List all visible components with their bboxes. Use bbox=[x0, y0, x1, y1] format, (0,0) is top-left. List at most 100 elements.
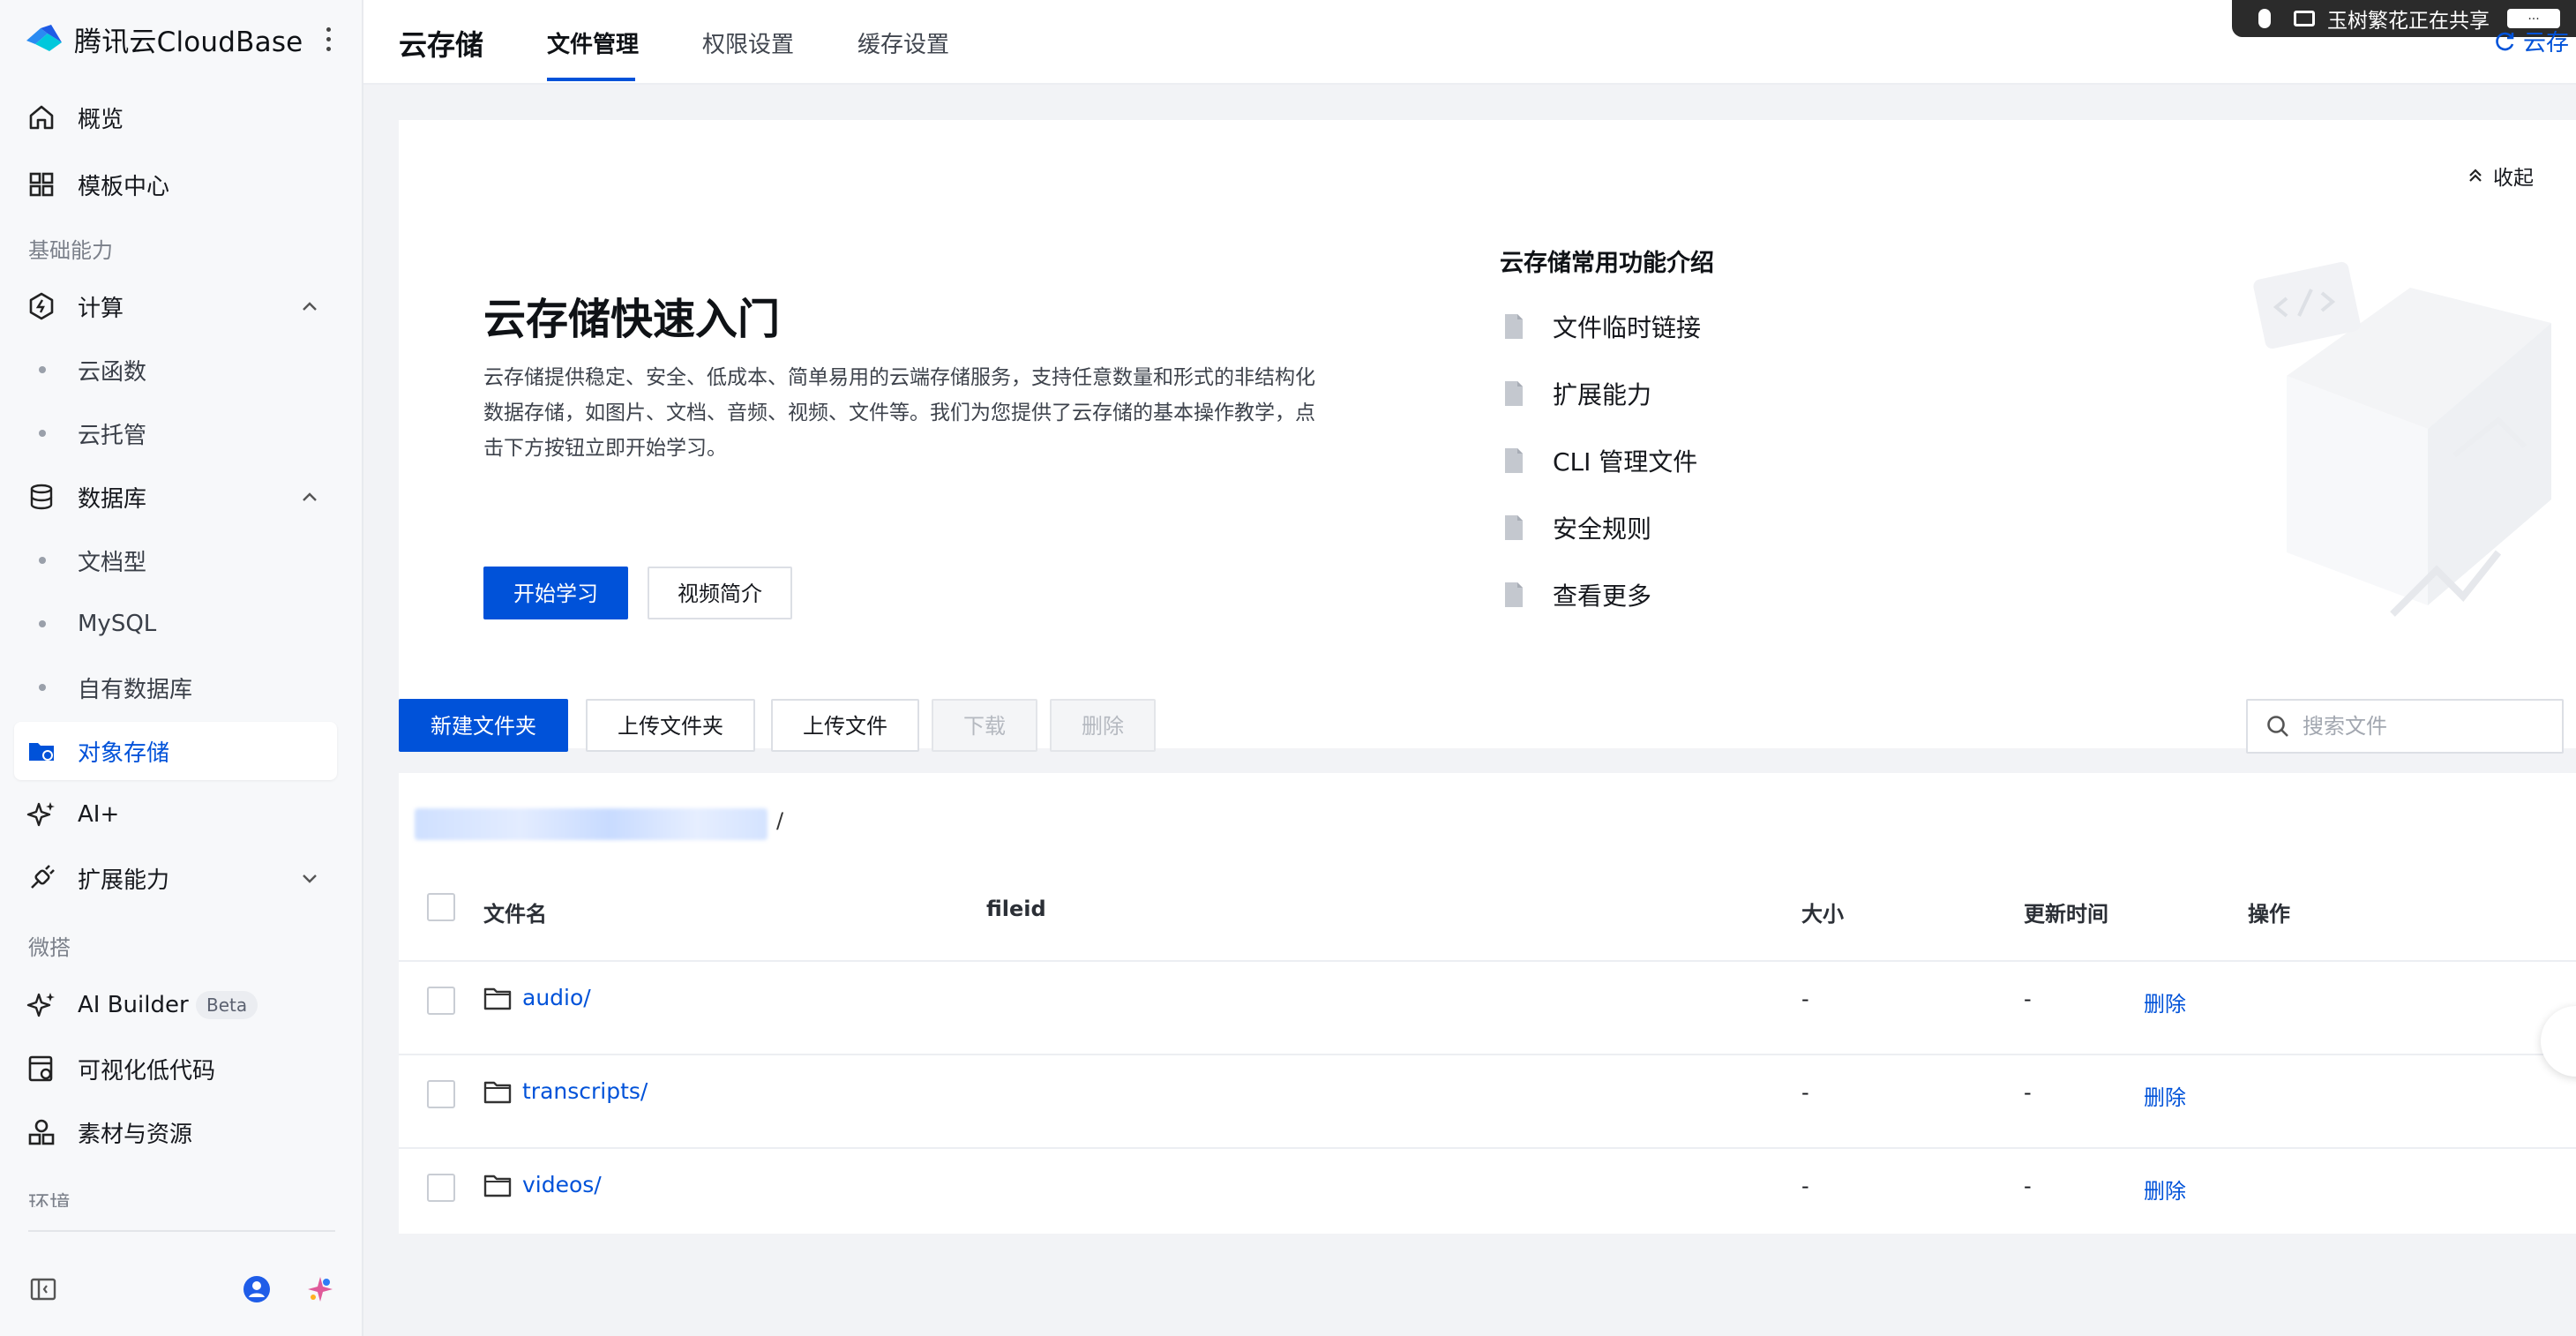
folder-icon bbox=[483, 1175, 512, 1197]
delete-button[interactable]: 删除 bbox=[1050, 699, 1156, 752]
collapse-label: 收起 bbox=[2493, 167, 2534, 190]
assistant-icon[interactable] bbox=[305, 1274, 335, 1304]
row-divider bbox=[399, 1147, 2576, 1149]
feature-link-extensions[interactable]: 扩展能力 bbox=[1503, 374, 1651, 413]
brand[interactable]: 腾讯云CloudBase bbox=[23, 19, 303, 58]
sidebar-item-own-db[interactable]: 自有数据库 bbox=[0, 658, 363, 717]
top-right-link-label: 云存 bbox=[2523, 30, 2570, 56]
row-checkbox[interactable] bbox=[427, 987, 455, 1015]
folder-link-transcripts[interactable]: transcripts/ bbox=[483, 1078, 648, 1104]
download-button[interactable]: 下载 bbox=[932, 699, 1037, 752]
quickstart-description: 云存储提供稳定、安全、低成本、简单易用的云端存储服务，支持任意数量和形式的非结构… bbox=[483, 366, 1315, 460]
sidebar-item-document-db[interactable]: 文档型 bbox=[0, 531, 363, 589]
sidebar-item-label: 计算 bbox=[78, 295, 124, 322]
more-menu-icon[interactable] bbox=[318, 19, 339, 58]
document-icon bbox=[1505, 582, 1523, 607]
folder-link-videos[interactable]: videos/ bbox=[483, 1172, 602, 1197]
row-delete-link[interactable]: 删除 bbox=[2144, 1174, 2186, 1205]
sidebar-item-extensions[interactable]: 扩展能力 bbox=[0, 849, 363, 907]
row-checkbox[interactable] bbox=[427, 1080, 455, 1108]
sidebar-item-functions[interactable]: 云函数 bbox=[0, 341, 363, 399]
collapse-button[interactable]: 收起 bbox=[2467, 161, 2534, 191]
cloudbase-logo bbox=[26, 25, 62, 51]
search-box[interactable] bbox=[2246, 699, 2564, 754]
hexagon-icon bbox=[29, 292, 54, 320]
tab-permissions[interactable]: 权限设置 bbox=[702, 26, 794, 59]
sidebar-item-lowcode[interactable]: 可视化低代码 bbox=[0, 1040, 363, 1098]
tab-file-management[interactable]: 文件管理 bbox=[547, 26, 639, 59]
file-updated: - bbox=[2024, 1174, 2032, 1198]
file-size: - bbox=[1801, 987, 1809, 1011]
file-updated: - bbox=[2024, 1080, 2032, 1105]
sidebar-item-overview[interactable]: 概览 bbox=[0, 88, 363, 146]
new-folder-button[interactable]: 新建文件夹 bbox=[399, 699, 568, 752]
features-title: 云存储常用功能介绍 bbox=[1500, 250, 1714, 277]
feature-link-temp-url[interactable]: 文件临时链接 bbox=[1503, 307, 1701, 346]
sidebar-item-label: 扩展能力 bbox=[78, 867, 170, 894]
top-right-link[interactable]: 云存 bbox=[2493, 25, 2569, 57]
sidebar-item-database[interactable]: 数据库 bbox=[0, 468, 363, 526]
user-avatar-icon[interactable] bbox=[242, 1274, 272, 1304]
select-all-checkbox[interactable] bbox=[427, 893, 455, 921]
row-checkbox[interactable] bbox=[427, 1174, 455, 1202]
chevron-up-icon[interactable] bbox=[296, 293, 323, 319]
sidebar-item-label: 数据库 bbox=[78, 485, 147, 513]
decorative-illustration bbox=[2253, 261, 2551, 617]
sparkle-icon bbox=[26, 802, 55, 827]
sidebar-item-label: 自有数据库 bbox=[78, 676, 193, 703]
sidebar: 腾讯云CloudBase 概览 模板中心 基础能力 计算 云函数 云托管 数据库… bbox=[0, 0, 363, 1336]
collapse-sidebar-icon[interactable] bbox=[28, 1274, 58, 1304]
folder-link-audio[interactable]: audio/ bbox=[483, 985, 591, 1010]
sidebar-item-label: 概览 bbox=[78, 106, 124, 133]
lowcode-icon bbox=[28, 1055, 53, 1082]
feature-link-more[interactable]: 查看更多 bbox=[1503, 575, 1651, 614]
row-delete-link[interactable]: 删除 bbox=[2144, 987, 2186, 1017]
feature-label: CLI 管理文件 bbox=[1553, 447, 1698, 477]
feature-label: 文件临时链接 bbox=[1553, 313, 1702, 342]
bullet-dot bbox=[39, 557, 46, 564]
sidebar-item-label: 可视化低代码 bbox=[78, 1057, 216, 1085]
column-header-actions: 操作 bbox=[2248, 902, 2290, 927]
chevron-down-icon[interactable] bbox=[296, 865, 323, 891]
sidebar-item-label: 素材与资源 bbox=[78, 1121, 193, 1148]
double-chevron-up-icon bbox=[2469, 169, 2482, 182]
feature-link-cli[interactable]: CLI 管理文件 bbox=[1503, 441, 1697, 480]
feature-link-security-rules[interactable]: 安全规则 bbox=[1503, 508, 1651, 547]
page-title: 云存储 bbox=[399, 28, 484, 62]
active-tab-indicator bbox=[547, 78, 635, 81]
search-input[interactable] bbox=[2303, 714, 2558, 739]
assets-icon bbox=[28, 1119, 55, 1145]
sidebar-item-cloudrun[interactable]: 云托管 bbox=[0, 404, 363, 462]
search-icon bbox=[2267, 716, 2288, 737]
sidebar-item-label: MySQL bbox=[78, 611, 157, 637]
sidebar-item-ai[interactable]: AI+ bbox=[0, 785, 363, 844]
sidebar-item-label: 模板中心 bbox=[78, 173, 170, 200]
chevron-up-icon[interactable] bbox=[296, 484, 323, 510]
sidebar-item-compute[interactable]: 计算 bbox=[0, 277, 363, 335]
tab-cache-settings[interactable]: 缓存设置 bbox=[857, 26, 949, 59]
feature-label: 查看更多 bbox=[1553, 582, 1652, 611]
sidebar-item-ai-builder[interactable]: AI Builder Beta bbox=[0, 976, 363, 1034]
sidebar-item-templates[interactable]: 模板中心 bbox=[0, 155, 363, 214]
start-learning-button[interactable]: 开始学习 bbox=[483, 567, 628, 619]
document-icon bbox=[1505, 448, 1523, 473]
beta-badge: Beta bbox=[196, 991, 258, 1019]
path-separator: / bbox=[776, 808, 784, 833]
file-updated: - bbox=[2024, 987, 2032, 1011]
sidebar-item-label: 文档型 bbox=[78, 549, 147, 576]
sidebar-item-assets[interactable]: 素材与资源 bbox=[0, 1103, 363, 1161]
sidebar-item-storage[interactable]: 对象存储 bbox=[14, 722, 337, 780]
sidebar-item-label: 云函数 bbox=[78, 358, 147, 386]
bullet-dot bbox=[39, 430, 46, 437]
microphone-icon[interactable] bbox=[2258, 9, 2271, 28]
folder-name: videos/ bbox=[522, 1172, 602, 1197]
path-breadcrumb-redacted[interactable] bbox=[415, 808, 768, 840]
row-delete-link[interactable]: 删除 bbox=[2144, 1080, 2186, 1111]
feature-label: 安全规则 bbox=[1553, 514, 1652, 544]
video-intro-button[interactable]: 视频简介 bbox=[648, 567, 792, 619]
sidebar-item-label: AI+ bbox=[78, 801, 120, 828]
upload-file-button[interactable]: 上传文件 bbox=[771, 699, 919, 752]
upload-folder-button[interactable]: 上传文件夹 bbox=[586, 699, 755, 752]
file-size: - bbox=[1801, 1080, 1809, 1105]
sidebar-item-mysql[interactable]: MySQL bbox=[0, 595, 363, 653]
